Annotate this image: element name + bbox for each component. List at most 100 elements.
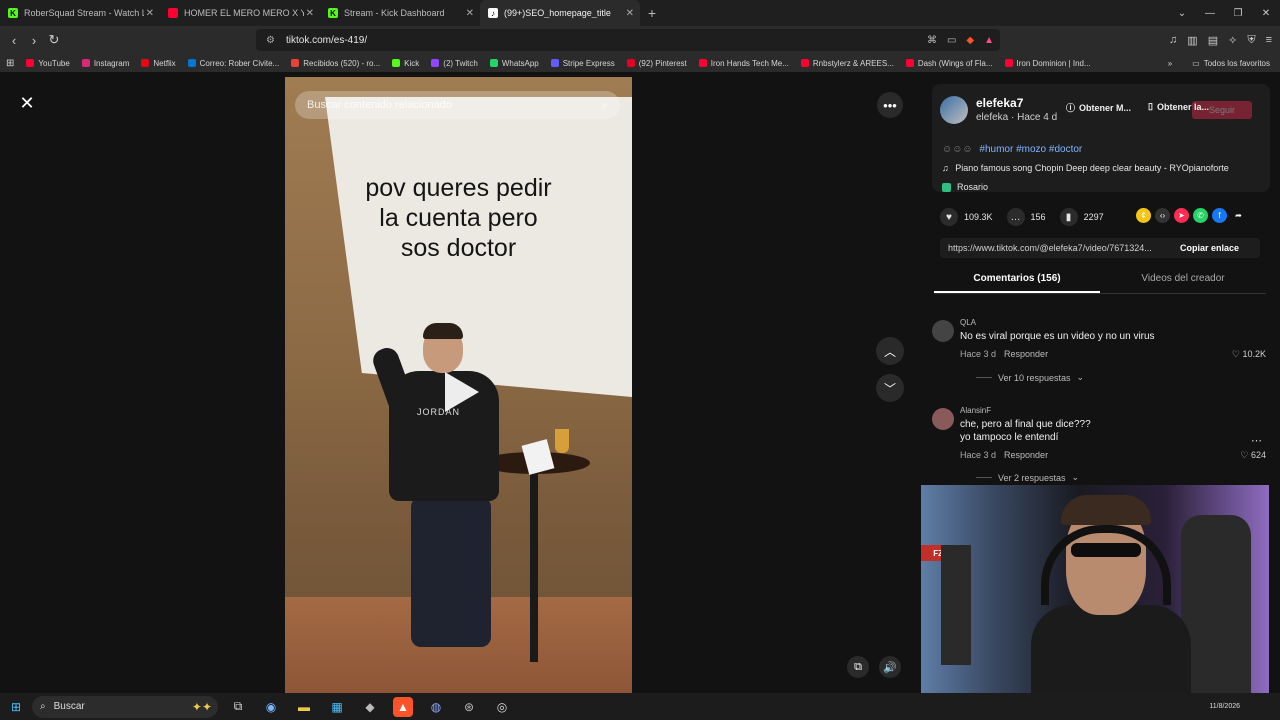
app-icon[interactable]: ◆ <box>360 697 380 717</box>
brave-icon[interactable]: ▲ <box>393 696 413 717</box>
previous-video-button[interactable]: ︿ <box>876 337 904 365</box>
windows-start-icon[interactable]: ⊞ <box>0 700 32 714</box>
bookmark-twitch[interactable]: (2) Twitch <box>431 59 478 68</box>
taskbar-clock[interactable]: 11/8/2026 <box>1209 703 1240 710</box>
tab-creator-videos[interactable]: Videos del creador <box>1100 270 1266 293</box>
brave-shield-icon[interactable]: ◆ <box>966 35 974 46</box>
reload-button[interactable]: ↻ <box>44 32 64 48</box>
bookmark-whatsapp[interactable]: WhatsApp <box>489 59 539 68</box>
more-options-icon[interactable]: ⋯ <box>1251 434 1262 447</box>
bookmark-youtube[interactable]: YouTube <box>26 59 70 68</box>
facebook-icon[interactable]: f <box>1212 208 1227 223</box>
comment-button[interactable]: … 156 <box>1006 208 1046 226</box>
bookmark-dash[interactable]: Dash (Wings of Fla... <box>905 59 993 68</box>
related-search-input[interactable]: Buscar contenido relacionado ⌕ <box>295 91 620 119</box>
bookmark-rnbstylerz[interactable]: Rnbstylerz & AREES... <box>800 59 894 68</box>
browser-tab-2[interactable]: HOMER EL MERO MERO X YSY A - D ✕ <box>160 0 320 26</box>
like-button[interactable]: ♥ 109.3K <box>940 208 993 226</box>
avatar[interactable] <box>932 320 954 342</box>
embed-icon[interactable]: ‹› <box>1155 208 1170 223</box>
sidebar-icon[interactable]: ▥ <box>1187 34 1197 47</box>
video-player[interactable]: pov queres pedir la cuenta pero sos doct… <box>285 77 632 693</box>
menu-icon[interactable]: ≡ <box>1266 34 1272 47</box>
close-icon[interactable]: ✕ <box>466 8 474 19</box>
copy-link-button[interactable]: Copiar enlace <box>1172 243 1239 253</box>
translate-icon[interactable]: ⌘ <box>927 35 937 46</box>
bookmark-iron-dominion[interactable]: Iron Dominion | Ind... <box>1004 59 1091 68</box>
new-tab-button[interactable]: + <box>640 5 664 21</box>
reply-button[interactable]: Responder <box>1004 349 1048 359</box>
comment-like-button[interactable]: ♡ 10.2K <box>1232 349 1266 360</box>
send-icon[interactable]: ➤ <box>1174 208 1189 223</box>
bookmark-instagram[interactable]: Instagram <box>81 59 129 68</box>
bookmark-iron-hands[interactable]: Iron Hands Tech Me... <box>698 59 789 68</box>
browser-tab-1[interactable]: K RoberSquad Stream - Watch Live ✕ <box>0 0 160 26</box>
get-app-button[interactable]: ▯ Obtener la... <box>1148 101 1209 112</box>
browser-tab-4-active[interactable]: ♪ (99+)SEO_homepage_title ✕ <box>480 0 640 26</box>
bookmark-correo[interactable]: Correo: Rober Civite... <box>187 59 279 68</box>
bookmark-gmail[interactable]: Recibidos (520) - ro... <box>291 59 380 68</box>
bookmark-kick[interactable]: Kick <box>392 59 419 68</box>
close-icon[interactable]: ✕ <box>306 8 314 19</box>
cast-icon[interactable]: ▭ <box>947 35 956 46</box>
close-icon[interactable]: ✕ <box>16 92 38 114</box>
store-icon[interactable]: ▦ <box>327 697 347 717</box>
back-button[interactable]: ‹ <box>4 33 24 48</box>
minimize-button[interactable]: — <box>1196 8 1224 19</box>
taskbar-search-input[interactable]: ⌕ Buscar ✦✦ <box>32 695 218 718</box>
close-window-button[interactable]: ✕ <box>1252 8 1280 19</box>
person-hair <box>423 323 463 339</box>
next-video-button[interactable]: ﹀ <box>876 374 904 402</box>
music-line[interactable]: ♫ Piano famous song Chopin Deep deep cle… <box>942 163 1229 173</box>
all-bookmarks-button[interactable]: » ▭ Todos los favoritos <box>1168 59 1270 68</box>
bookmark-netflix[interactable]: Netflix <box>141 59 176 68</box>
task-view-icon[interactable]: ⧉ <box>228 697 248 717</box>
discord-icon[interactable]: ◍ <box>426 697 446 717</box>
more-options-icon[interactable]: ••• <box>877 92 903 118</box>
rewards-icon[interactable]: ▲ <box>984 35 994 46</box>
close-icon[interactable]: ✕ <box>146 8 154 19</box>
avatar[interactable] <box>940 96 968 124</box>
forward-button[interactable]: › <box>24 33 44 48</box>
view-replies-button[interactable]: Ver 10 respuestas ⌄ <box>976 372 1084 383</box>
view-replies-button[interactable]: Ver 2 respuestas ⌄ <box>976 472 1079 483</box>
comment-user[interactable]: AlansinF <box>960 406 991 415</box>
media-icon[interactable]: ♫ <box>1169 34 1177 47</box>
play-icon[interactable] <box>445 372 479 412</box>
coin-icon[interactable]: ¢ <box>1136 208 1151 223</box>
hashtags[interactable]: ☺☺☺ #humor #mozo #doctor <box>942 144 1082 155</box>
bookmark-label: Stripe Express <box>562 58 615 68</box>
close-icon[interactable]: ✕ <box>626 8 634 19</box>
avatar[interactable] <box>932 408 954 430</box>
copilot-icon[interactable]: ◉ <box>261 697 281 717</box>
apps-icon[interactable]: ⊞ <box>6 58 14 69</box>
steam-icon[interactable]: ⊛ <box>459 697 479 717</box>
obs-icon[interactable]: ◎ <box>492 697 512 717</box>
vpn-icon[interactable]: ⛨ <box>1247 34 1255 47</box>
file-explorer-icon[interactable]: ▬ <box>294 697 314 717</box>
video-link[interactable]: https://www.tiktok.com/@elefeka7/video/7… <box>940 243 1172 253</box>
restore-button[interactable]: ❐ <box>1224 8 1252 19</box>
floating-player-icon[interactable]: ⧉ <box>847 656 869 678</box>
location[interactable]: Rosario <box>942 182 988 192</box>
site-info-icon[interactable]: ⚙ <box>266 35 275 46</box>
chevron-down-icon[interactable]: ⌄ <box>1168 8 1196 19</box>
wallet-icon[interactable]: ▤ <box>1208 34 1218 47</box>
comment-user[interactable]: QLA <box>960 318 976 327</box>
location-icon <box>942 182 951 192</box>
save-button[interactable]: ▮ 2297 <box>1059 208 1104 226</box>
comment-like-button[interactable]: ♡ 624 <box>1240 450 1266 461</box>
share-icon[interactable]: ➦ <box>1231 208 1246 223</box>
search-icon[interactable]: ⌕ <box>601 98 608 113</box>
browser-tab-3[interactable]: K Stream - Kick Dashboard ✕ <box>320 0 480 26</box>
volume-icon[interactable]: 🔊 <box>879 656 901 678</box>
address-bar[interactable]: ⚙ tiktok.com/es-419/ ⌘ ▭ ◆ ▲ <box>256 29 1000 51</box>
tab-comments[interactable]: Comentarios (156) <box>934 270 1100 293</box>
reply-button[interactable]: Responder <box>1004 450 1048 460</box>
bookmark-stripe[interactable]: Stripe Express <box>550 58 615 68</box>
leo-ai-icon[interactable]: ✧ <box>1228 34 1237 47</box>
get-music-button[interactable]: ⓘ Obtener M... <box>1066 101 1131 114</box>
author-name[interactable]: elefeka7 <box>976 96 1023 110</box>
bookmark-pinterest[interactable]: (92) Pinterest <box>626 59 687 68</box>
whatsapp-icon[interactable]: ✆ <box>1193 208 1208 223</box>
